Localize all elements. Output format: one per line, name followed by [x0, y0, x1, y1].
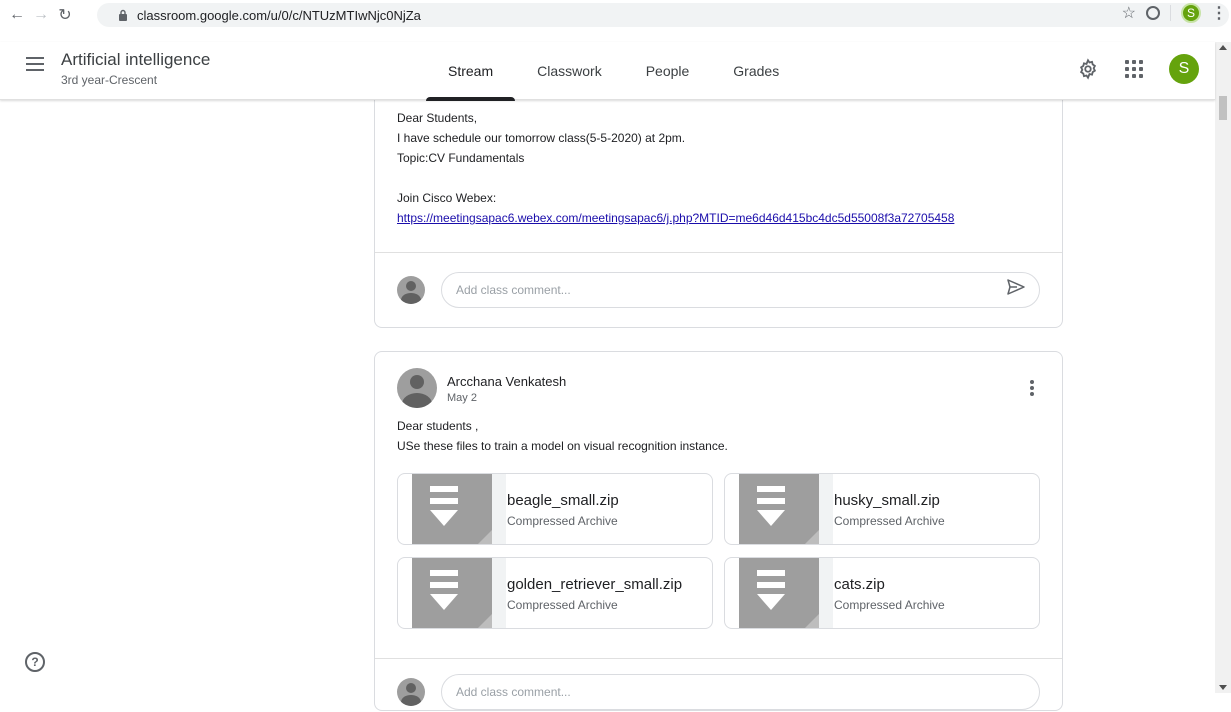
- attachment-type: Compressed Archive: [834, 598, 945, 612]
- tab-grades[interactable]: Grades: [711, 42, 801, 100]
- address-bar[interactable]: classroom.google.com/u/0/c/NTUzMTIwNjc0N…: [97, 3, 1229, 27]
- url-text: classroom.google.com/u/0/c/NTUzMTIwNjc0N…: [137, 7, 421, 23]
- extension-icon[interactable]: [1146, 6, 1160, 20]
- class-section: 3rd year-Crescent: [61, 73, 158, 87]
- post-body: Dear Students, I have schedule our tomor…: [397, 108, 954, 228]
- post-line: I have schedule our tomorrow class(5-5-2…: [397, 131, 686, 145]
- help-icon[interactable]: ?: [25, 652, 45, 672]
- archive-file-icon: [412, 558, 506, 628]
- reload-icon[interactable]: ↻: [54, 4, 76, 26]
- post-date: May 2: [447, 392, 477, 404]
- user-avatar: [397, 276, 425, 304]
- post-body: Dear students , USe these files to train…: [397, 416, 728, 456]
- class-tabs: Stream Classwork People Grades: [426, 42, 801, 101]
- attachment-card[interactable]: golden_retriever_small.zip Compressed Ar…: [397, 557, 713, 629]
- tab-people[interactable]: People: [624, 42, 712, 100]
- attachment-name: beagle_small.zip: [507, 492, 619, 509]
- attachment-name: husky_small.zip: [834, 492, 940, 509]
- attachment-type: Compressed Archive: [507, 514, 618, 528]
- post-line: Topic:CV Fundamentals: [397, 151, 525, 165]
- google-apps-icon[interactable]: [1125, 60, 1143, 78]
- post-line: Join Cisco Webex:: [397, 191, 497, 205]
- user-avatar: [397, 678, 425, 706]
- page-scrollbar[interactable]: [1215, 42, 1231, 693]
- attachment-type: Compressed Archive: [507, 598, 618, 612]
- attachment-name: cats.zip: [834, 576, 885, 593]
- archive-file-icon: [739, 474, 833, 544]
- class-comment-row: Add class comment...: [397, 672, 1042, 712]
- class-comment-input[interactable]: Add class comment...: [441, 674, 1040, 710]
- account-avatar[interactable]: S: [1169, 54, 1199, 84]
- tab-stream[interactable]: Stream: [426, 42, 516, 101]
- class-comment-row: Add class comment...: [397, 270, 1042, 310]
- lock-icon: [119, 9, 127, 21]
- post-line: USe these files to train a model on visu…: [397, 439, 728, 453]
- main-menu-icon[interactable]: [26, 57, 44, 71]
- scroll-up-arrow-icon[interactable]: [1219, 45, 1227, 50]
- post-line: Dear students ,: [397, 419, 479, 433]
- browser-profile-avatar[interactable]: S: [1181, 3, 1201, 23]
- settings-gear-icon[interactable]: [1077, 58, 1099, 80]
- browser-menu-icon[interactable]: ⋮: [1211, 3, 1227, 23]
- bookmark-star-icon[interactable]: ☆: [1122, 3, 1136, 23]
- post-line-blank: [397, 168, 954, 188]
- toolbar-separator: [1170, 5, 1171, 21]
- classroom-header: Artificial intelligence 3rd year-Crescen…: [0, 42, 1215, 101]
- archive-file-icon: [739, 558, 833, 628]
- class-comment-input[interactable]: Add class comment...: [441, 272, 1040, 308]
- author-name: Arcchana Venkatesh: [447, 374, 567, 389]
- attachment-name: golden_retriever_small.zip: [507, 576, 683, 593]
- webex-link[interactable]: https://meetingsapac6.webex.com/meetings…: [397, 211, 954, 225]
- browser-toolbar: ← → ↻ classroom.google.com/u/0/c/NTUzMTI…: [0, 0, 1231, 30]
- divider: [375, 252, 1062, 253]
- tab-classwork[interactable]: Classwork: [515, 42, 624, 100]
- stream-post: Arcchana Venkatesh May 2 Dear students ,…: [374, 351, 1063, 711]
- post-line: Dear Students,: [397, 111, 478, 125]
- forward-icon[interactable]: →: [30, 4, 52, 26]
- attachment-card[interactable]: beagle_small.zip Compressed Archive: [397, 473, 713, 545]
- scroll-down-arrow-icon[interactable]: [1219, 685, 1227, 690]
- send-icon[interactable]: [1007, 279, 1025, 295]
- back-icon[interactable]: ←: [6, 4, 28, 26]
- attachment-card[interactable]: husky_small.zip Compressed Archive: [724, 473, 1040, 545]
- class-title[interactable]: Artificial intelligence: [61, 50, 210, 70]
- attachment-type: Compressed Archive: [834, 514, 945, 528]
- author-avatar: [397, 368, 437, 408]
- scroll-thumb[interactable]: [1219, 96, 1227, 120]
- divider: [375, 658, 1062, 659]
- attachment-card[interactable]: cats.zip Compressed Archive: [724, 557, 1040, 629]
- more-options-icon[interactable]: [1030, 380, 1034, 396]
- archive-file-icon: [412, 474, 506, 544]
